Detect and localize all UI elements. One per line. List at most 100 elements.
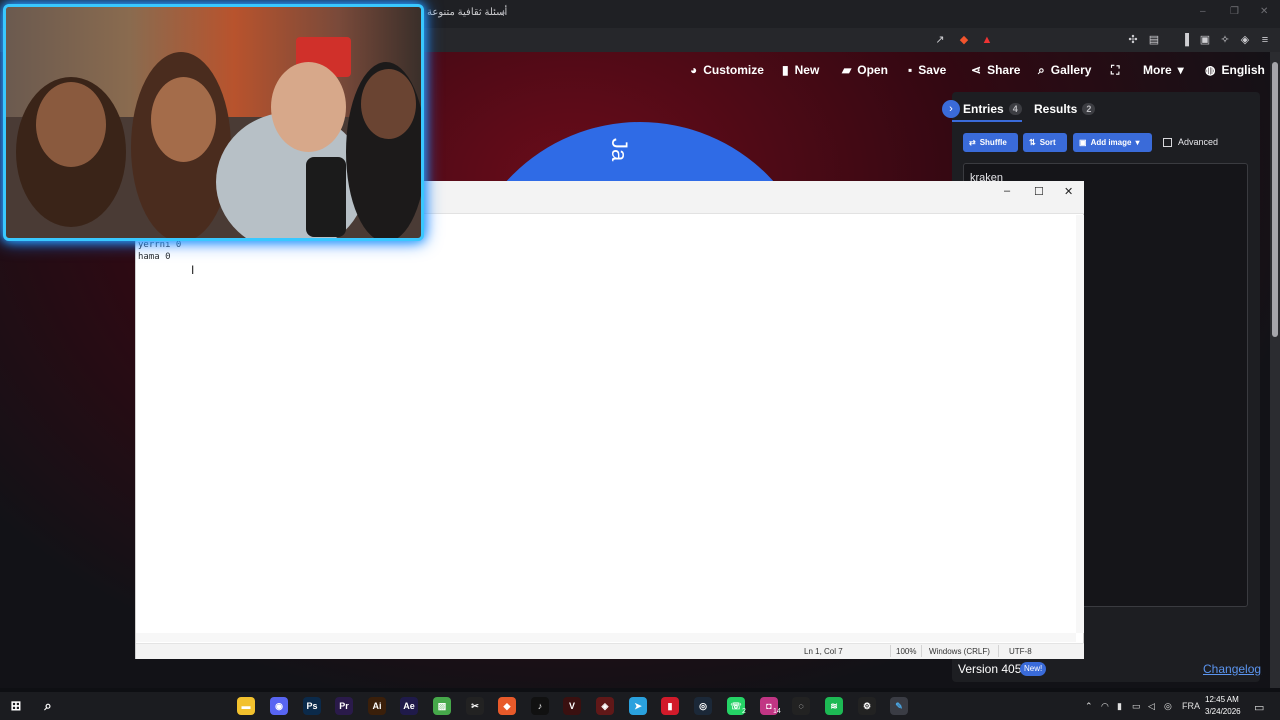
file-icon: ▮ <box>782 63 789 77</box>
start-button[interactable]: ⊞ <box>7 697 25 715</box>
capcut-icon[interactable]: ✂ <box>466 697 484 715</box>
clock-date[interactable]: 3/24/2026 <box>1205 707 1241 716</box>
search-icon: ⌕ <box>1038 62 1045 77</box>
file-explorer-icon[interactable]: ▬ <box>237 697 255 715</box>
location-icon[interactable]: ◎ <box>1164 701 1172 712</box>
premiere-icon[interactable]: Pr <box>335 697 353 715</box>
after-effects-icon[interactable]: Ae <box>400 697 418 715</box>
chevron-down-icon: ▾ <box>1177 63 1184 77</box>
add-image-button[interactable]: ▣ Add image ▾ <box>1073 133 1152 152</box>
brave-rewards-icon[interactable]: ▲ <box>980 33 994 47</box>
new-tab-button[interactable]: + <box>500 6 507 20</box>
menu-icon[interactable]: ≡ <box>1258 33 1272 47</box>
spotify-icon[interactable]: ≋ <box>825 697 843 715</box>
app-red-icon[interactable]: V <box>563 697 581 715</box>
notepad-editor[interactable] <box>136 215 1076 633</box>
share-icon: ⋖ <box>971 63 982 77</box>
language-indicator[interactable]: FRA <box>1182 701 1200 711</box>
extensions-icon[interactable]: ✣ <box>1126 33 1140 47</box>
tab-results[interactable]: Results 2 <box>1034 102 1096 116</box>
version-label: Version 405 <box>958 662 1022 676</box>
display-icon[interactable]: ▭ <box>1132 701 1141 712</box>
nav-new[interactable]: ▮ New <box>782 61 819 79</box>
image-icon: ▣ <box>1079 138 1087 147</box>
browser-close-button[interactable]: ✕ <box>1260 6 1268 17</box>
notepad-taskbar-icon[interactable]: ✎ <box>890 697 908 715</box>
clock-time[interactable]: 12:45 AM <box>1205 695 1239 704</box>
face-left <box>36 82 106 167</box>
volume-icon[interactable]: ◁ <box>1148 701 1155 712</box>
share-page-icon[interactable]: ↗ <box>933 33 947 47</box>
sidebar-icon[interactable]: ▐ <box>1178 33 1192 47</box>
browser-maximize-button[interactable]: ❐ <box>1230 6 1239 17</box>
new-badge: New! <box>1020 662 1047 676</box>
nav-more[interactable]: More ▾ <box>1143 61 1184 79</box>
save-icon: ▪ <box>908 63 913 77</box>
notification-icon[interactable]: ▭ <box>1254 701 1264 714</box>
status-divider <box>998 645 999 657</box>
tray-chevron-icon[interactable]: ⌃ <box>1085 701 1093 712</box>
discord-icon[interactable]: ◉ <box>270 697 288 715</box>
entries-count-badge: 4 <box>1008 103 1022 115</box>
notepad-maximize-button[interactable]: ☐ <box>1034 185 1044 198</box>
face-right <box>361 69 416 139</box>
page-scroll-thumb[interactable] <box>1272 62 1278 337</box>
line-endings[interactable]: Windows (CRLF) <box>929 647 990 656</box>
nav-gallery[interactable]: ⌕ Gallery <box>1038 61 1091 79</box>
nav-language[interactable]: ◍ English <box>1205 61 1265 79</box>
webcam-overlay <box>3 4 424 241</box>
browser-minimize-button[interactable]: – <box>1200 6 1206 17</box>
nav-customize[interactable]: ◕ Customize <box>690 61 764 79</box>
encoding[interactable]: UTF-8 <box>1009 647 1032 656</box>
notepad-close-button[interactable]: ✕ <box>1064 185 1073 198</box>
advanced-label: Advanced <box>1178 137 1219 147</box>
search-icon[interactable]: ⌕ <box>39 697 57 715</box>
folder-open-icon: ▰ <box>842 63 852 77</box>
tiktok-icon[interactable]: ♪ <box>531 697 549 715</box>
browser-tab-title[interactable]: أسئلة ثقافية متنوعة <box>427 7 507 18</box>
notepad-minimize-button[interactable]: – <box>1004 185 1010 197</box>
app-circle-icon[interactable]: ◌ <box>792 697 810 715</box>
wifi-icon[interactable]: ◠ <box>1101 701 1109 712</box>
face-center <box>271 62 346 152</box>
app-flag-icon[interactable]: ▮ <box>661 697 679 715</box>
reader-icon[interactable]: ▤ <box>1147 33 1161 47</box>
wallet-icon[interactable]: ▣ <box>1198 33 1212 47</box>
sort-icon: ⇅ <box>1029 138 1036 147</box>
notepad-horizontal-scrollbar[interactable] <box>136 633 1076 642</box>
vpn-icon[interactable]: ◈ <box>1238 33 1252 47</box>
brave-icon[interactable]: ◆ <box>498 697 516 715</box>
nav-fullscreen[interactable]: ⛶ <box>1111 61 1119 79</box>
instagram-badge: 14 <box>773 708 781 715</box>
notepad-vertical-scrollbar[interactable] <box>1076 215 1084 633</box>
status-divider <box>890 645 891 657</box>
telegram-icon[interactable]: ➤ <box>629 697 647 715</box>
fullscreen-icon: ⛶ <box>1111 62 1120 77</box>
app-game-icon[interactable]: ◈ <box>596 697 614 715</box>
text-cursor-icon: I <box>191 263 195 277</box>
nav-save[interactable]: ▪ Save <box>908 61 946 79</box>
wheel-segment-label: Ja <box>607 138 632 162</box>
steam-icon[interactable]: ◎ <box>694 697 712 715</box>
shuffle-button[interactable]: ⇄ Shuffle <box>963 133 1018 152</box>
sort-button[interactable]: ⇅ Sort <box>1023 133 1067 152</box>
brave-shields-icon[interactable]: ◆ <box>957 33 971 47</box>
illustrator-icon[interactable]: Ai <box>368 697 386 715</box>
tab-entries[interactable]: Entries 4 <box>963 102 1022 116</box>
status-divider <box>921 645 922 657</box>
nav-open[interactable]: ▰ Open <box>842 61 888 79</box>
photoshop-icon[interactable]: Ps <box>303 697 321 715</box>
collapse-panel-icon[interactable]: › <box>942 100 960 118</box>
zoom-level[interactable]: 100% <box>896 647 916 656</box>
microphone <box>306 157 346 237</box>
app-green-icon[interactable]: ▨ <box>433 697 451 715</box>
leo-ai-icon[interactable]: ✧ <box>1218 33 1232 47</box>
notepad-text[interactable]: yerrni 0 hama 0 <box>138 239 181 263</box>
cursor-position: Ln 1, Col 7 <box>804 647 843 656</box>
changelog-link[interactable]: Changelog <box>1203 662 1261 676</box>
advanced-checkbox[interactable] <box>1163 138 1172 147</box>
nav-share[interactable]: ⋖ Share <box>971 61 1020 79</box>
settings-icon[interactable]: ⚙ <box>858 697 876 715</box>
mic-icon[interactable]: ▮ <box>1117 701 1122 712</box>
shuffle-icon: ⇄ <box>969 138 976 147</box>
